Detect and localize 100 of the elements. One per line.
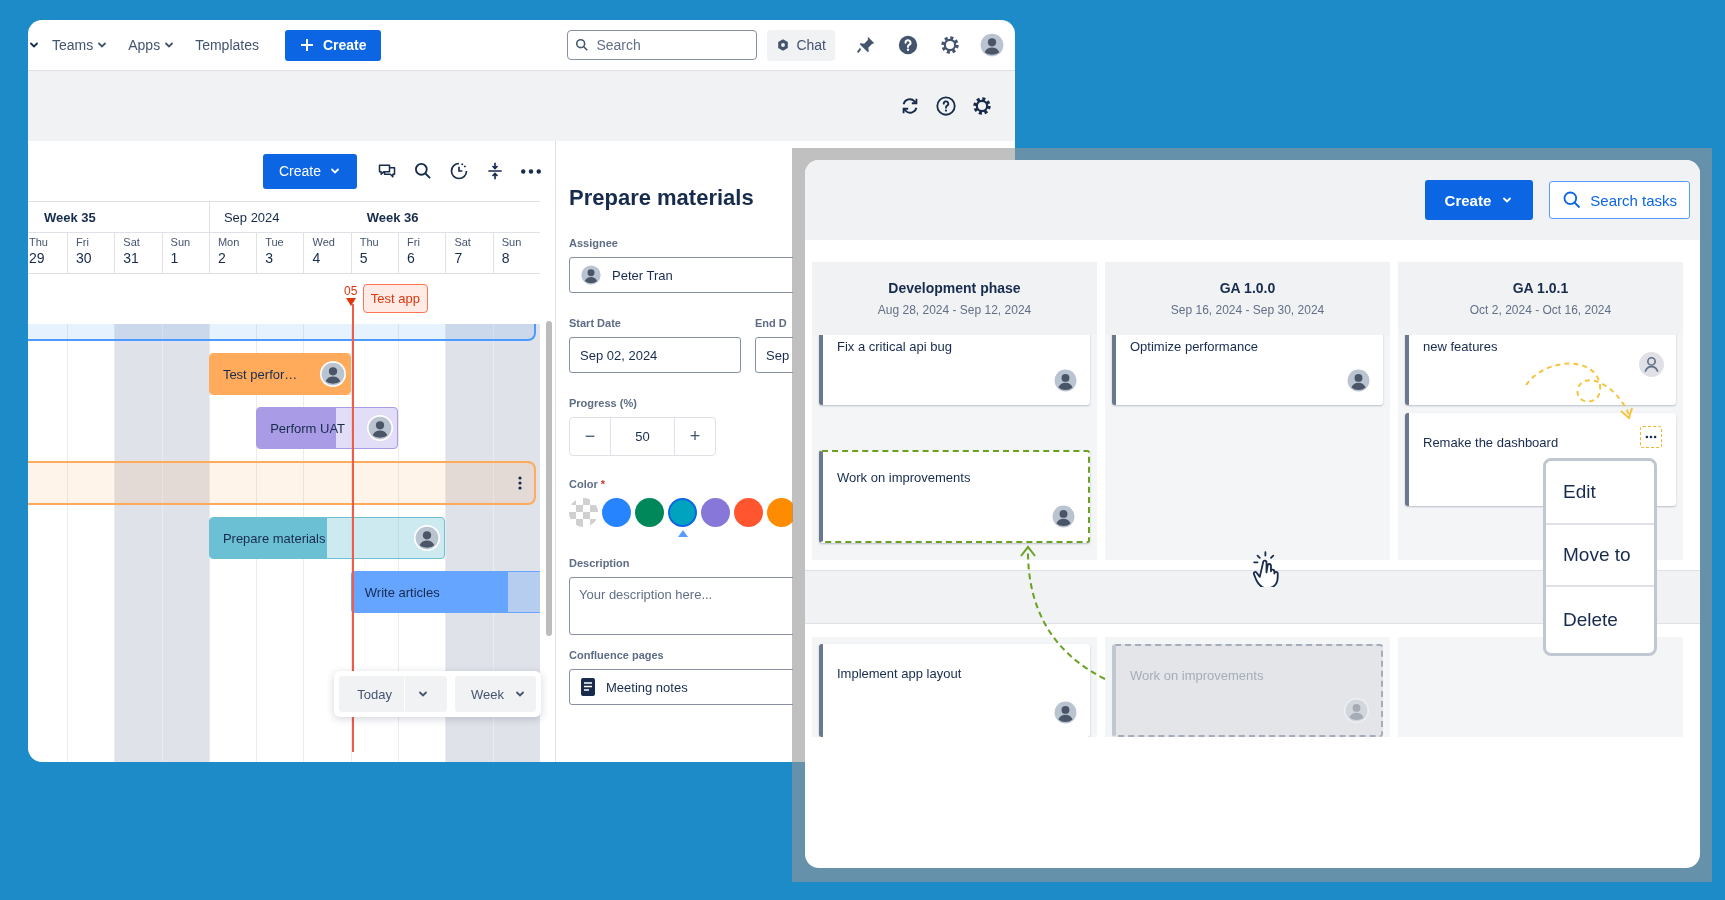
- chat-button[interactable]: Chat: [767, 29, 835, 61]
- task-card[interactable]: Work on improvements: [819, 450, 1090, 543]
- date-field[interactable]: Sep 02, 2024: [569, 337, 741, 373]
- date-label: 31: [123, 250, 140, 266]
- avatar: [979, 32, 1005, 58]
- today-label: 05: [344, 284, 358, 298]
- weekday-label: Thu: [29, 236, 49, 248]
- task-title: Prepare materials: [222, 530, 327, 546]
- task-title: Perform UAT: [270, 420, 347, 436]
- task-bar[interactable]: Test perfor…: [208, 353, 351, 395]
- weekday-label: Fri: [76, 236, 90, 248]
- column-dates: Sep 16, 2024 - Sep 30, 2024: [1170, 303, 1325, 317]
- search-button[interactable]: Search tasks: [1549, 181, 1690, 219]
- color-swatch[interactable]: [734, 498, 763, 527]
- date-label: 4: [312, 250, 322, 266]
- transparent-swatch[interactable]: [569, 498, 598, 527]
- task-bar[interactable]: Prepare materials: [208, 517, 446, 559]
- color-swatch[interactable]: [635, 498, 664, 527]
- help-icon: [897, 34, 919, 56]
- date-label: 1: [170, 250, 180, 266]
- task-title: Write articles: [364, 584, 441, 600]
- task-title: Test perfor…: [222, 366, 299, 382]
- field-label: Color *: [569, 478, 607, 490]
- date-label: 29: [29, 250, 46, 266]
- confluence-page-field[interactable]: Meeting notes: [569, 669, 793, 705]
- more-icon: [521, 168, 541, 174]
- weekday-label: Wed: [312, 236, 336, 248]
- comments-icon: [377, 161, 397, 181]
- create-button[interactable]: Create: [284, 29, 381, 61]
- weekday-label: Sat: [454, 236, 472, 248]
- task-card[interactable]: Implement app layout: [819, 644, 1090, 737]
- field-label: Description: [569, 557, 631, 569]
- weekday-label: Tue: [265, 236, 285, 248]
- task-card[interactable]: Fix a critical api bug: [819, 335, 1090, 405]
- avatar: [580, 264, 602, 286]
- menu-item[interactable]: Move to: [1546, 523, 1654, 585]
- create-button[interactable]: Create: [1424, 180, 1534, 220]
- settings-icon: [971, 95, 993, 117]
- kebab-icon: [517, 476, 522, 490]
- date-label: 7: [454, 250, 464, 266]
- panel-title: Prepare materials: [569, 185, 755, 211]
- weekday-label: Thu: [359, 236, 380, 248]
- milestone-tag[interactable]: Test app: [362, 284, 428, 313]
- field-label: Assignee: [569, 237, 619, 249]
- weekday-label: Sun: [170, 236, 192, 248]
- field-label: End D: [755, 317, 788, 329]
- create-button[interactable]: Create: [262, 153, 357, 189]
- collapse-icon: [485, 161, 505, 181]
- hexagon-icon: [776, 38, 791, 52]
- decrement-button[interactable]: −: [570, 418, 610, 455]
- progress-input[interactable]: 50: [610, 418, 675, 455]
- document-icon: [580, 678, 596, 696]
- date-label: 8: [501, 250, 511, 266]
- scale-dropdown[interactable]: Week: [455, 676, 536, 712]
- field-label: Confluence pages: [569, 649, 665, 661]
- column-title: GA 1.0.0: [1219, 280, 1276, 296]
- color-swatch[interactable]: [767, 498, 793, 527]
- weekday-label: Fri: [407, 236, 421, 248]
- date-label: 6: [407, 250, 416, 266]
- scrollbar[interactable]: [546, 321, 552, 636]
- nav-menu[interactable]: Apps: [120, 31, 184, 59]
- card-title: Fix a critical api bug: [837, 339, 953, 354]
- task-card[interactable]: Optimize performance: [1112, 335, 1383, 405]
- weekday-label: Sun: [501, 236, 523, 248]
- task-bar[interactable]: Write articles: [350, 571, 540, 613]
- group-bar[interactable]: [28, 324, 536, 341]
- date-label: 30: [76, 250, 93, 266]
- menu-item[interactable]: Delete: [1546, 585, 1654, 653]
- weekday-label: Sat: [123, 236, 141, 248]
- nav-menu[interactable]: Templates: [187, 31, 267, 59]
- group-bar[interactable]: [28, 461, 536, 505]
- card-title: new features: [1423, 339, 1499, 354]
- search-icon: [575, 38, 590, 52]
- column-dates: Aug 28, 2024 - Sep 12, 2024: [877, 303, 1032, 317]
- search-field[interactable]: Search: [567, 30, 758, 60]
- plus-icon: [298, 37, 315, 53]
- column-dates: Oct 2, 2024 - Oct 16, 2024: [1469, 303, 1612, 317]
- description-field[interactable]: Your description here...: [569, 577, 793, 635]
- week-label: Week 35: [44, 209, 96, 225]
- field-label: Start Date: [569, 317, 622, 329]
- triangle-icon: [345, 298, 356, 306]
- task-card[interactable]: new features: [1405, 335, 1676, 405]
- nav-menu[interactable]: Teams: [44, 31, 117, 59]
- increment-button[interactable]: +: [675, 418, 715, 455]
- color-swatch[interactable]: [668, 498, 697, 527]
- settings-icon: [939, 34, 961, 56]
- date-label: 2: [217, 250, 227, 266]
- color-swatch[interactable]: [602, 498, 631, 527]
- more-button[interactable]: [1640, 426, 1662, 448]
- task-bar[interactable]: Perform UAT: [256, 407, 399, 449]
- month-label: Sep 2024: [223, 209, 280, 225]
- card-title: Implement app layout: [837, 666, 963, 681]
- card-title: Remake the dashboard: [1423, 435, 1560, 450]
- today-button[interactable]: Today: [339, 676, 447, 712]
- card-title: Optimize performance: [1130, 339, 1259, 354]
- search-icon: [413, 161, 433, 181]
- search-icon: [1562, 190, 1583, 210]
- column-title: Development phase: [888, 280, 1021, 296]
- selected-pointer-icon: [677, 530, 688, 537]
- color-swatch[interactable]: [701, 498, 730, 527]
